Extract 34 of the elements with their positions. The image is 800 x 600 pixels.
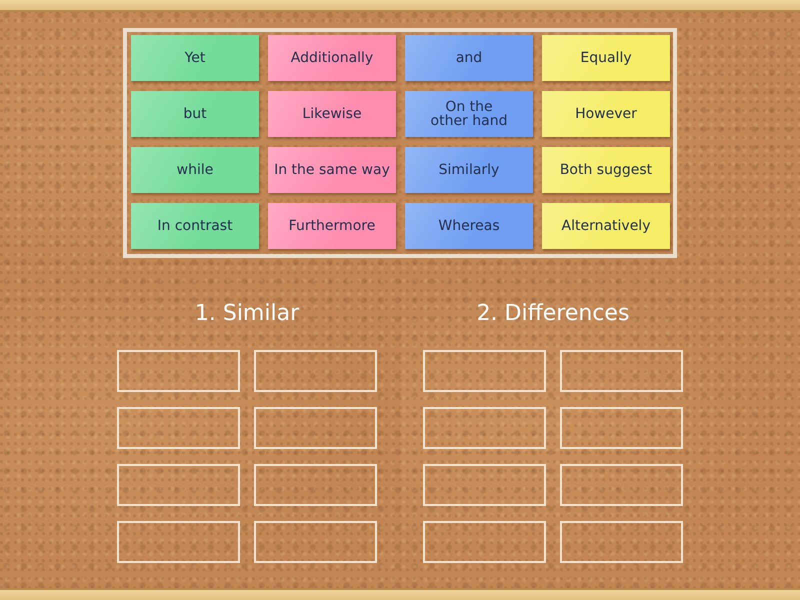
drop-slot[interactable] bbox=[560, 521, 683, 563]
word-card[interactable]: In contrast bbox=[131, 203, 259, 249]
word-card[interactable]: Equally bbox=[542, 35, 670, 81]
drop-slot[interactable] bbox=[560, 407, 683, 449]
word-card[interactable]: and bbox=[405, 35, 533, 81]
drop-slot[interactable] bbox=[423, 464, 546, 506]
drop-slot[interactable] bbox=[117, 350, 240, 392]
drop-slot[interactable] bbox=[117, 521, 240, 563]
word-card[interactable]: However bbox=[542, 91, 670, 137]
drop-slot[interactable] bbox=[423, 407, 546, 449]
word-card[interactable]: On the other hand bbox=[405, 91, 533, 137]
drop-slot[interactable] bbox=[560, 464, 683, 506]
drop-slot[interactable] bbox=[560, 350, 683, 392]
drop-slot[interactable] bbox=[117, 464, 240, 506]
word-card[interactable]: Both suggest bbox=[542, 147, 670, 193]
drop-slot[interactable] bbox=[117, 407, 240, 449]
word-card[interactable]: Likewise bbox=[268, 91, 396, 137]
word-card[interactable]: Furthermore bbox=[268, 203, 396, 249]
word-card[interactable]: Yet bbox=[131, 35, 259, 81]
word-card[interactable]: Alternatively bbox=[542, 203, 670, 249]
group-title: 1. Similar bbox=[194, 300, 300, 328]
drop-slot[interactable] bbox=[254, 521, 377, 563]
word-card[interactable]: Similarly bbox=[405, 147, 533, 193]
drop-slot[interactable] bbox=[254, 350, 377, 392]
word-card[interactable]: Additionally bbox=[268, 35, 396, 81]
drop-slot[interactable] bbox=[254, 407, 377, 449]
word-card[interactable]: Whereas bbox=[405, 203, 533, 249]
drop-slot[interactable] bbox=[423, 350, 546, 392]
drop-slot[interactable] bbox=[423, 521, 546, 563]
group-title: 2. Differences bbox=[476, 300, 630, 328]
word-card[interactable]: In the same way bbox=[268, 147, 396, 193]
word-card[interactable]: but bbox=[131, 91, 259, 137]
drop-slot[interactable] bbox=[254, 464, 377, 506]
word-card[interactable]: while bbox=[131, 147, 259, 193]
